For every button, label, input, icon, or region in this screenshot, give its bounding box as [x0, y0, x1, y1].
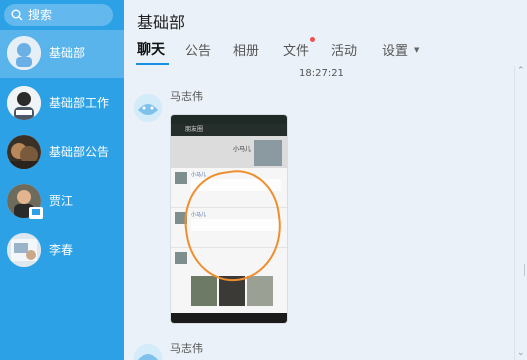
post-photo [191, 276, 217, 306]
sender-avatar[interactable] [134, 344, 162, 360]
conversation-label: 李春 [49, 243, 74, 257]
sender-avatar[interactable] [134, 94, 162, 122]
sender-name: 马志伟 [170, 342, 203, 355]
search-input[interactable]: 搜索 [4, 4, 113, 26]
tab-settings[interactable]: 设置 [382, 40, 408, 59]
tab-album[interactable]: 相册 [233, 40, 259, 59]
post-avatar [175, 172, 187, 184]
tab-chat[interactable]: 聊天 [137, 39, 165, 59]
phone-nav-bar [171, 313, 287, 323]
chat-title: 基础部 [137, 13, 186, 32]
cover-avatar [254, 140, 282, 166]
group-avatar [7, 135, 41, 169]
screenshot-image-message[interactable]: 朋友圈 小马儿 小马儿 小马儿 [170, 114, 288, 324]
moments-title: 朋友圈 [185, 126, 204, 133]
tab-activities[interactable]: 活动 [331, 40, 357, 59]
search-icon [11, 9, 23, 21]
conversation-item-jichubu-notice[interactable]: 基础部公告 [0, 129, 124, 177]
scroll-up-icon[interactable]: ⌃ [517, 66, 525, 76]
phone-status-bar [171, 115, 287, 124]
conversation-item-li-chun[interactable]: 李春 [0, 227, 124, 275]
scroll-thumb[interactable] [524, 264, 525, 276]
message-timestamp: 18:27:21 [299, 68, 344, 79]
moments-header: 朋友圈 [171, 124, 287, 136]
conversation-item-jia-jiang[interactable]: 贾江 [0, 178, 124, 226]
conversation-label: 基础部 [49, 46, 86, 60]
conversation-item-jichubu-work[interactable]: 基础部工作 [0, 80, 124, 128]
conversation-label: 基础部公告 [49, 145, 110, 159]
active-tab-indicator [136, 63, 169, 65]
moments-cover: 小马儿 [171, 136, 287, 168]
group-avatar [7, 36, 41, 70]
conversation-label: 基础部工作 [49, 96, 110, 110]
settings-dropdown-icon[interactable]: ▼ [414, 46, 419, 54]
search-placeholder: 搜索 [28, 8, 53, 22]
files-notification-dot [310, 37, 315, 42]
post-photos [191, 276, 273, 318]
user-avatar [7, 233, 41, 267]
conversation-label: 贾江 [49, 194, 74, 208]
pc-online-icon [29, 207, 43, 219]
post-author: 小马儿 [191, 172, 207, 178]
group-avatar [7, 86, 41, 120]
conversation-item-jichubu[interactable]: 基础部 [0, 30, 124, 78]
post-avatar [175, 252, 187, 264]
chat-scrollbar[interactable]: ⌃ ⌄ [514, 66, 527, 360]
sender-name: 马志伟 [170, 90, 203, 103]
tab-announcement[interactable]: 公告 [185, 40, 211, 59]
post-photo [247, 276, 273, 306]
scroll-down-icon[interactable]: ⌄ [517, 348, 525, 358]
chat-messages: 18:27:21 马志伟 朋友圈 小马儿 小马儿 小马儿 马志伟 [124, 66, 514, 360]
tab-files[interactable]: 文件 [283, 40, 309, 59]
conversation-sidebar: 搜索 基础部 基础部工作 基础部公告 贾江 李春 [0, 0, 124, 360]
chat-tabs: 聊天 公告 相册 文件 活动 设置 [128, 38, 527, 64]
cover-nickname: 小马儿 [233, 146, 252, 153]
